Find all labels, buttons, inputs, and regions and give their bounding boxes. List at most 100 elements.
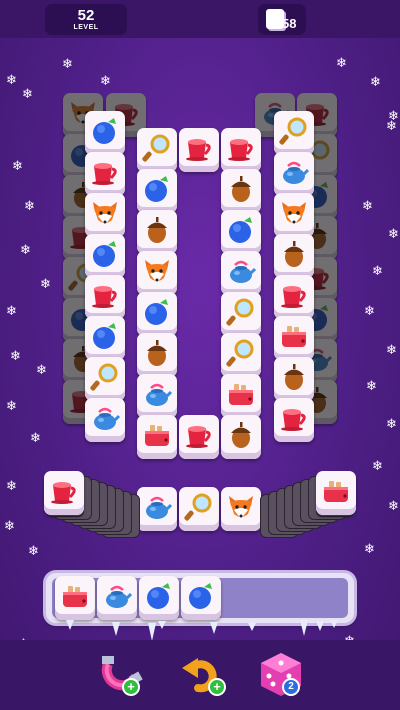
tile[interactable] xyxy=(274,398,314,442)
tile[interactable] xyxy=(85,275,125,319)
magnifier-icon xyxy=(226,339,254,367)
toaster-icon xyxy=(324,480,348,502)
magnet-add-badge: + xyxy=(122,678,140,696)
tile[interactable] xyxy=(85,398,125,442)
tile-kettle[interactable] xyxy=(221,251,261,295)
icicle xyxy=(300,620,308,636)
snowflake-icon: ❄ xyxy=(362,199,373,214)
fox-icon xyxy=(145,259,169,283)
acorn-icon xyxy=(147,339,167,366)
side-stack-right-top-tile[interactable] xyxy=(316,471,356,515)
kettle-icon xyxy=(94,407,120,430)
magnifier-icon xyxy=(142,134,170,162)
tray-tile-kettle[interactable] xyxy=(97,576,137,620)
cup-icon xyxy=(92,285,117,308)
snowflake-icon: ❄ xyxy=(30,431,41,446)
tile-toaster[interactable] xyxy=(221,374,261,418)
tile[interactable] xyxy=(85,193,125,237)
shuffle-count-badge: 2 xyxy=(282,678,300,696)
toaster-icon xyxy=(229,383,253,405)
snowflake-icon: ❄ xyxy=(6,399,17,414)
snowflake-icon: ❄ xyxy=(36,363,47,378)
tile-acorn[interactable] xyxy=(137,333,177,377)
icicle xyxy=(316,621,324,631)
tray-tile-blueberry[interactable] xyxy=(139,576,179,620)
tile-cup[interactable] xyxy=(221,128,261,172)
tile[interactable] xyxy=(274,357,314,401)
icicle xyxy=(330,620,338,628)
tile-acorn[interactable] xyxy=(221,169,261,213)
tray-tile-blueberry[interactable] xyxy=(181,576,221,620)
blueberry-icon xyxy=(147,582,170,609)
snowflake-icon: ❄ xyxy=(28,544,39,559)
snowflake-icon: ❄ xyxy=(6,479,17,494)
cup-icon xyxy=(228,138,253,161)
tile-fox[interactable] xyxy=(221,487,261,531)
magnet-button[interactable]: + xyxy=(98,650,148,700)
snowflake-icon: ❄ xyxy=(24,199,35,214)
toaster-icon xyxy=(282,325,306,347)
acorn-icon xyxy=(147,216,167,243)
tile-blueberry[interactable] xyxy=(137,292,177,336)
tile-fox[interactable] xyxy=(137,251,177,295)
snowflake-icon: ❄ xyxy=(364,304,375,319)
tile-cup[interactable] xyxy=(179,415,219,459)
snowflake-icon: ❄ xyxy=(20,243,31,258)
tile-kettle[interactable] xyxy=(137,487,177,531)
tile-cup[interactable] xyxy=(179,128,219,172)
snowflake-icon: ❄ xyxy=(62,57,73,72)
icicle xyxy=(148,623,156,641)
snowflake-icon: ❄ xyxy=(366,379,377,394)
snowflake-icon: ❄ xyxy=(22,87,33,102)
cup-icon xyxy=(186,138,211,161)
tile[interactable] xyxy=(85,152,125,196)
side-stack-left-top-tile[interactable] xyxy=(44,471,84,515)
blueberry-icon xyxy=(93,117,116,144)
shuffle-button[interactable]: 2 xyxy=(256,650,306,700)
undo-add-badge: + xyxy=(208,678,226,696)
snowflake-icon: ❄ xyxy=(336,56,347,71)
tile[interactable] xyxy=(274,234,314,278)
tile[interactable] xyxy=(85,316,125,360)
tile-blueberry[interactable] xyxy=(221,210,261,254)
snowflake-icon: ❄ xyxy=(386,119,397,134)
tile-toaster[interactable] xyxy=(137,415,177,459)
snowflake-icon: ❄ xyxy=(388,499,399,514)
dice-icon xyxy=(261,653,301,696)
tile[interactable] xyxy=(274,152,314,196)
tile[interactable] xyxy=(85,234,125,278)
tile[interactable] xyxy=(274,111,314,155)
blueberry-icon xyxy=(145,298,168,325)
tile-magnifier[interactable] xyxy=(221,333,261,377)
tile[interactable] xyxy=(85,357,125,401)
tile-acorn[interactable] xyxy=(221,415,261,459)
blueberry-icon xyxy=(145,175,168,202)
toaster-icon xyxy=(145,424,169,446)
tile-acorn[interactable] xyxy=(137,210,177,254)
tile-blueberry[interactable] xyxy=(137,169,177,213)
acorn-icon xyxy=(284,363,304,390)
level-label: LEVEL xyxy=(73,24,99,31)
tile[interactable] xyxy=(274,316,314,360)
cup-icon xyxy=(281,408,306,431)
kettle-icon xyxy=(146,383,172,406)
undo-button[interactable]: + xyxy=(178,650,228,700)
icicle xyxy=(112,622,120,636)
fox-icon xyxy=(229,495,253,519)
tile[interactable] xyxy=(274,275,314,319)
tiles-remaining-number: 58 xyxy=(282,16,297,31)
snowflake-icon: ❄ xyxy=(100,74,111,89)
tile[interactable] xyxy=(274,193,314,237)
tray-tile-toaster[interactable] xyxy=(55,576,95,620)
tile-magnifier[interactable] xyxy=(137,128,177,172)
blueberry-icon xyxy=(93,322,116,349)
magnifier-icon xyxy=(226,298,254,326)
icicle xyxy=(248,623,256,631)
cup-icon xyxy=(281,285,306,308)
tile-kettle[interactable] xyxy=(137,374,177,418)
tile-magnifier[interactable] xyxy=(179,487,219,531)
snowflake-icon: ❄ xyxy=(386,343,397,358)
tile[interactable] xyxy=(85,111,125,155)
tile-magnifier[interactable] xyxy=(221,292,261,336)
snowflake-icon: ❄ xyxy=(4,519,15,534)
